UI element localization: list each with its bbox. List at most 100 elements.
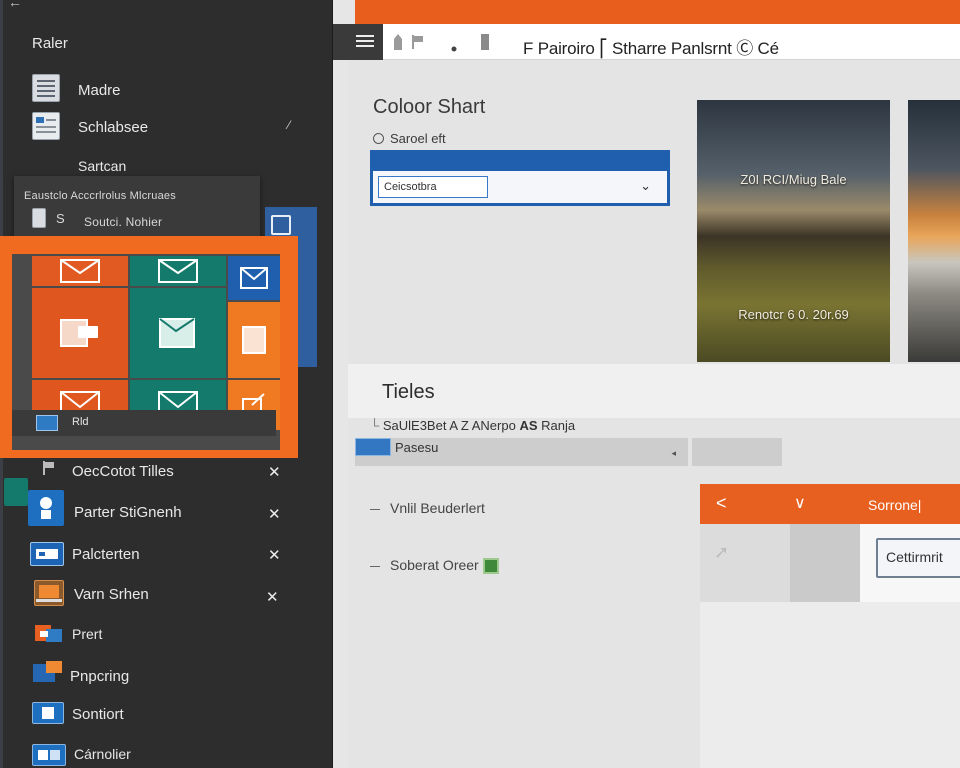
back-icon[interactable]: ←: [8, 0, 22, 10]
sidebar-header: Raler: [32, 35, 68, 52]
photo-thumbnail-2[interactable]: [908, 100, 960, 362]
close-icon[interactable]: ✕: [268, 463, 281, 481]
popup-line-1: Eaustclo Acccrlrolus Mlcruaes: [24, 190, 176, 202]
toolbar: F Pairoiro ⎡ Stharre Panlsrnt Ⓒ Cé: [333, 24, 960, 60]
sidebar-item-label: Prert: [72, 626, 103, 642]
folder-orange-icon: [34, 622, 64, 644]
sidebar-item-label: Pnpcring: [70, 668, 130, 685]
arrow-icon[interactable]: ➚: [714, 542, 729, 563]
card-title: Sorrone|: [868, 497, 922, 513]
radio-option[interactable]: Saroel eft: [373, 131, 446, 146]
tile-mail-3[interactable]: [228, 256, 280, 300]
option-item[interactable]: Soberat Oreer: [370, 557, 499, 575]
select-field: Ceicsotbra ⌄: [373, 171, 667, 203]
side-card: < ∨ Sorrone| ➚ Cettirmrit: [700, 484, 960, 768]
person-badge-icon: [28, 490, 64, 526]
tile-folder[interactable]: [32, 288, 128, 378]
tile-panel: Rld: [0, 236, 298, 458]
option-item[interactable]: Vnlil Beuderlert: [370, 500, 485, 516]
window-title: F Pairoiro ⎡ Stharre Panlsrnt Ⓒ Cé: [523, 39, 779, 58]
tile-field[interactable]: Pasesu ◂: [355, 438, 688, 466]
teal-marker: [4, 478, 28, 506]
chevron-down-icon: ⌄: [640, 178, 651, 193]
option-label: Vnlil Beuderlert: [390, 500, 485, 516]
document-icon: [32, 208, 46, 228]
window-icon: [36, 415, 58, 431]
cloud-folder-icon: [32, 660, 64, 684]
field-label: Pasesu: [395, 440, 439, 455]
pencil-icon[interactable]: [393, 33, 403, 54]
chevron-down-icon[interactable]: ∨: [794, 493, 806, 513]
square-icon: [271, 215, 291, 235]
select-value: Ceicsotbra: [378, 176, 488, 198]
arrow-left-icon: ◂: [671, 448, 676, 458]
subtitle-part: Ranja: [541, 418, 576, 433]
sidebar-item-label: OecCotot Tilles: [72, 463, 174, 480]
envelope-icon: [240, 267, 268, 289]
tiles-subtitle: └ SaUlE3Bet A Z ANerpo AS Ranja: [370, 418, 576, 433]
save-icon[interactable]: [479, 33, 491, 54]
subtitle-part: A Z ANerpo: [449, 418, 516, 433]
tiles-section-header: [348, 364, 960, 418]
document-stack-icon: [32, 74, 60, 102]
envelope-icon: [158, 259, 198, 283]
section-title: Tieles: [382, 381, 435, 403]
dot-icon[interactable]: [451, 39, 457, 55]
tile-doc-orange[interactable]: [228, 302, 280, 378]
subtitle-part: SaUlE3Bet: [382, 418, 447, 433]
field-button[interactable]: [692, 438, 782, 466]
close-icon[interactable]: ✕: [268, 505, 281, 523]
sidebar-item-label: Schlabsee: [78, 119, 149, 136]
sidebar-item-sartcan[interactable]: Sartcan: [78, 158, 126, 174]
card-row: ➚ Cettirmrit: [700, 524, 960, 602]
calendar-icon: [32, 744, 66, 766]
photo-thumbnail[interactable]: Z0I RCI/Miug Bale Renotcr 6 0. 20r.69: [697, 100, 890, 362]
card-cell: [790, 524, 860, 602]
sidebar: ← Raler Madre Schlabsee ⁄ Sartcan Eaustc…: [0, 0, 333, 768]
popup-line-2: Soutci. Nohier: [84, 215, 163, 229]
sidebar-item-label: Parter StiGnenh: [74, 504, 182, 521]
card-header: < ∨ Sorrone|: [700, 484, 960, 524]
image-icon: [482, 558, 499, 575]
sidebar-item-label: Palcterten: [72, 546, 140, 563]
document-icon: [159, 318, 195, 348]
subtitle-bold: AS: [519, 418, 538, 433]
envelope-icon: [60, 259, 100, 283]
photo-caption-top: Z0I RCI/Miug Bale: [740, 172, 847, 187]
radio-label: Saroel eft: [390, 131, 446, 146]
sidebar-item-label: Varn Srhen: [74, 586, 149, 603]
page-title: Coloor Shart: [373, 96, 486, 118]
document-icon: [242, 326, 266, 354]
radio-icon: [373, 133, 384, 144]
tile-panel-bar[interactable]: Rld: [12, 410, 276, 436]
confirm-button[interactable]: Cettirmrit: [876, 538, 960, 578]
hover-popup: [14, 176, 260, 240]
option-label: Soberat Oreer: [390, 557, 479, 573]
close-icon[interactable]: ✕: [266, 588, 279, 606]
flag-icon: [42, 460, 56, 476]
expand-caret-icon[interactable]: ⁄: [288, 118, 290, 132]
color-select[interactable]: Ceicsotbra ⌄: [370, 150, 670, 206]
tile-mail-2[interactable]: [130, 256, 226, 286]
tile-mail[interactable]: [32, 256, 128, 286]
laptop-icon: [34, 580, 64, 606]
document-list-icon: [32, 112, 60, 140]
popup-glyph: S: [56, 211, 65, 226]
window-blue-icon: [30, 542, 64, 566]
tile-document[interactable]: [130, 288, 226, 378]
flag-icon[interactable]: [411, 34, 425, 53]
sidebar-item-label: Cárnolier: [74, 746, 131, 762]
tablet-icon: [32, 702, 64, 724]
title-bar: [355, 0, 960, 24]
sidebar-item-label: Sontiort: [72, 706, 124, 723]
menu-icon[interactable]: [355, 34, 375, 51]
toolbar-left-block: [333, 24, 383, 60]
dash-icon: [370, 508, 380, 511]
sidebar-item-label: Madre: [78, 82, 121, 99]
close-icon[interactable]: ✕: [268, 546, 281, 564]
chevron-left-icon[interactable]: <: [716, 493, 727, 514]
tile-panel-bar-label: Rld: [72, 416, 89, 428]
photo-caption-bottom: Renotcr 6 0. 20r.69: [738, 307, 849, 322]
window-icon: [355, 438, 391, 456]
folder-icon: [60, 319, 98, 347]
